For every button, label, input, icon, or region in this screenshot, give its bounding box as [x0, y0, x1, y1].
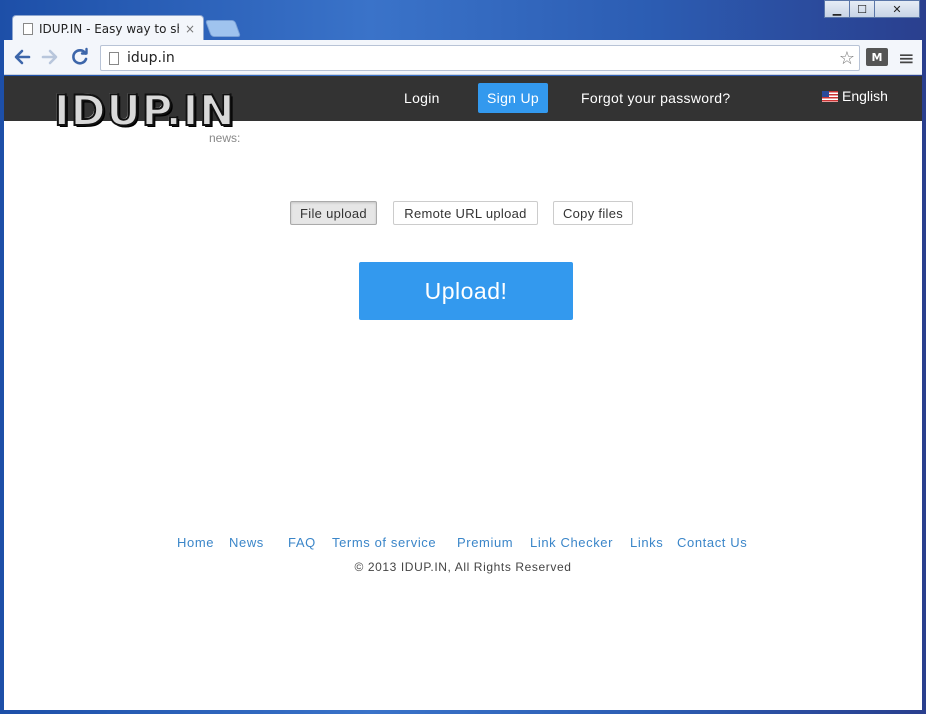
maximize-button[interactable]: ☐	[849, 0, 875, 18]
browser-window: IDUP.IN - Easy way to shar × ▁ ☐ ✕ idup.…	[0, 0, 926, 714]
signup-button[interactable]: Sign Up	[478, 83, 548, 113]
footer-link-link-checker[interactable]: Link Checker	[530, 535, 613, 550]
us-flag-icon	[822, 90, 838, 102]
address-url: idup.in	[127, 50, 175, 66]
hamburger-menu-icon[interactable]: ≡	[898, 46, 915, 70]
minimize-button[interactable]: ▁	[824, 0, 850, 18]
footer-link-home[interactable]: Home	[177, 535, 214, 550]
browser-toolbar: idup.in ☆ M ≡	[4, 40, 922, 75]
tab-strip: IDUP.IN - Easy way to shar × ▁ ☐ ✕	[0, 0, 926, 41]
footer-link-news[interactable]: News	[229, 535, 264, 550]
tab-close-icon[interactable]: ×	[185, 22, 195, 36]
footer-link-links[interactable]: Links	[630, 535, 663, 550]
page-viewport: Login Sign Up Forgot your password? Engl…	[4, 76, 922, 710]
language-label: English	[842, 88, 888, 104]
close-window-button[interactable]: ✕	[874, 0, 920, 18]
page-icon	[109, 51, 119, 65]
footer-link-terms[interactable]: Terms of service	[332, 535, 436, 550]
copyright-text: © 2013 IDUP.IN, All Rights Reserved	[354, 560, 572, 574]
site-logo[interactable]: IDUP.IN	[53, 89, 235, 133]
upload-mode-tabs: File upload Remote URL upload Copy files	[4, 201, 922, 225]
back-arrow-icon-svg	[14, 49, 31, 65]
remote-url-upload-tab[interactable]: Remote URL upload	[393, 201, 538, 225]
reload-icon[interactable]	[66, 43, 94, 71]
forward-arrow-icon[interactable]	[36, 43, 64, 71]
reload-icon-svg	[72, 47, 88, 65]
address-bar[interactable]: idup.in ☆	[100, 45, 860, 71]
login-link[interactable]: Login	[404, 90, 440, 106]
footer-link-contact[interactable]: Contact Us	[677, 535, 747, 550]
file-upload-tab[interactable]: File upload	[290, 201, 377, 225]
bookmark-star-icon[interactable]: ☆	[839, 48, 855, 69]
forward-arrow-icon-svg	[41, 49, 58, 65]
forgot-password-link[interactable]: Forgot your password?	[581, 90, 730, 106]
language-selector[interactable]: English	[822, 88, 888, 104]
window-controls: ▁ ☐ ✕	[824, 0, 920, 18]
new-tab-button[interactable]	[204, 20, 242, 37]
gmail-extension-icon[interactable]: M	[866, 48, 888, 66]
footer-links: Home News FAQ Terms of service Premium L…	[4, 535, 922, 553]
copy-files-tab[interactable]: Copy files	[553, 201, 633, 225]
tab-title: IDUP.IN - Easy way to shar	[39, 21, 179, 36]
back-arrow-icon[interactable]	[8, 43, 36, 71]
footer-link-premium[interactable]: Premium	[457, 535, 513, 550]
upload-button[interactable]: Upload!	[359, 262, 573, 320]
page-favicon-icon	[23, 22, 33, 35]
browser-tab-active[interactable]: IDUP.IN - Easy way to shar ×	[12, 15, 204, 41]
footer-link-faq[interactable]: FAQ	[288, 535, 316, 550]
